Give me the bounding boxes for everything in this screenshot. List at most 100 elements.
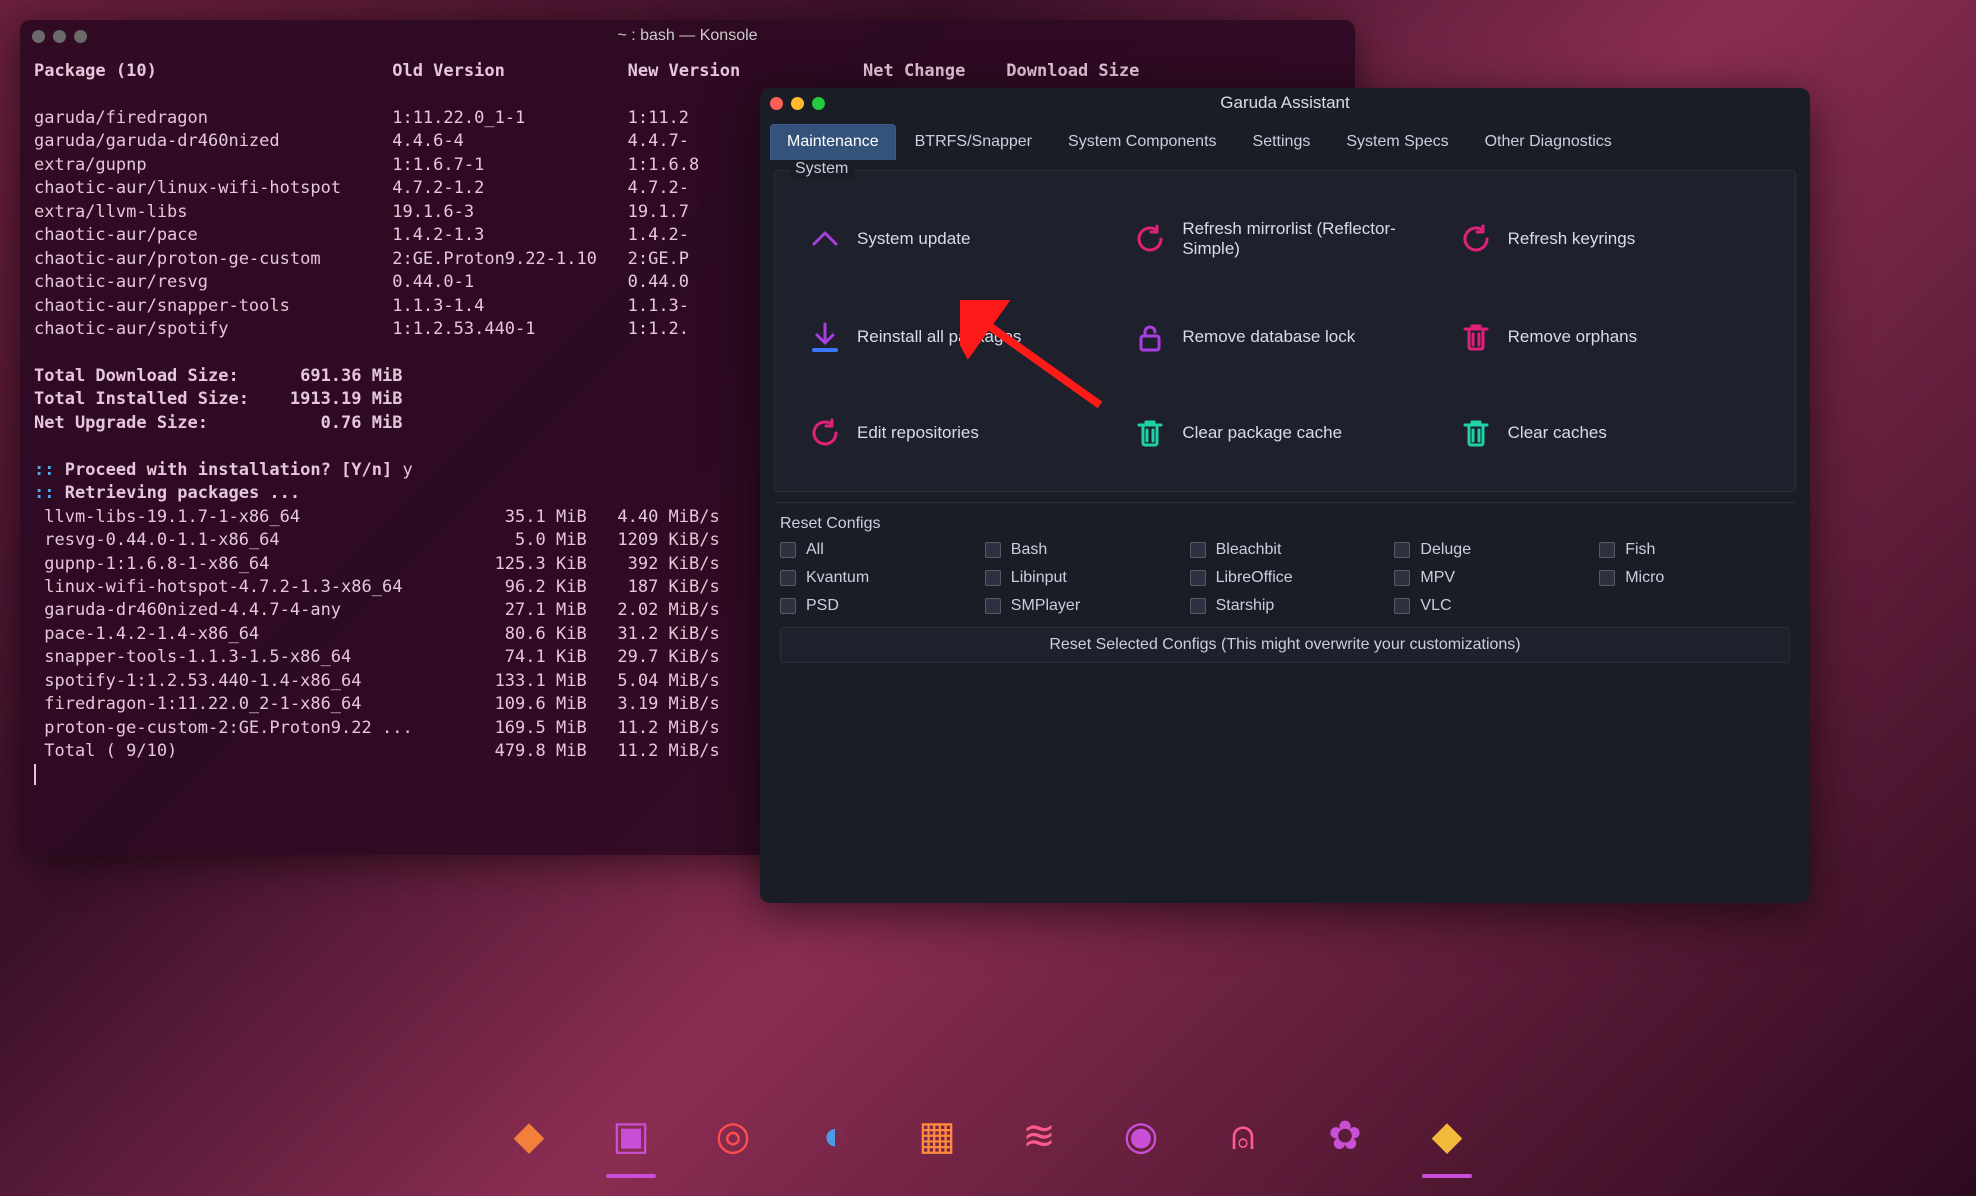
checkbox-icon	[985, 570, 1001, 586]
dock-active-indicator	[606, 1174, 656, 1178]
refresh-circle-icon	[1132, 221, 1168, 257]
tab-btrfs-snapper[interactable]: BTRFS/Snapper	[898, 124, 1049, 160]
checkbox-icon	[1599, 542, 1615, 558]
konsole-title: ~ : bash — Konsole	[20, 27, 1355, 45]
svg-text:◆: ◆	[514, 1114, 545, 1158]
reset-checkbox-all[interactable]: All	[780, 541, 971, 559]
reset-checkbox-psd[interactable]: PSD	[780, 597, 971, 615]
tab-maintenance[interactable]: Maintenance	[770, 124, 896, 160]
reset-checkbox-smplayer[interactable]: SMPlayer	[985, 597, 1176, 615]
checkbox-label: PSD	[806, 597, 839, 615]
tab-system-components[interactable]: System Components	[1051, 124, 1234, 160]
system-grid: System update Refresh mirrorlist (Reflect…	[789, 189, 1781, 461]
sys-item-label: Clear package cache	[1182, 423, 1342, 443]
tab-bar: MaintenanceBTRFS/SnapperSystem Component…	[760, 118, 1810, 160]
konsole-titlebar: ~ : bash — Konsole	[20, 20, 1355, 52]
reset-checkbox-starship[interactable]: Starship	[1190, 597, 1381, 615]
reset-selected-configs-button[interactable]: Reset Selected Configs (This might overw…	[780, 627, 1790, 663]
system-groupbox: System System updateRefresh mirrorlist (…	[774, 170, 1796, 492]
reset-checkbox-kvantum[interactable]: Kvantum	[780, 569, 971, 587]
tab-system-specs[interactable]: System Specs	[1329, 124, 1465, 160]
checkbox-icon	[1394, 570, 1410, 586]
sys-item-refresh-mirrorlist-reflector-simple-[interactable]: Refresh mirrorlist (Reflector-Simple)	[1132, 219, 1437, 259]
dock-active-indicator	[1422, 1174, 1472, 1178]
sys-item-system-update[interactable]: System update	[807, 219, 1112, 259]
dock: ◆ ▣ ◎ ◐ ▦ ≋ ◉ ⍝ ✿ ◆	[476, 1096, 1500, 1178]
checkbox-label: All	[806, 541, 824, 559]
file-manager-icon[interactable]: ▦	[904, 1104, 970, 1170]
swirl-icon[interactable]: ◉	[1108, 1104, 1174, 1170]
checkbox-label: MPV	[1420, 569, 1455, 587]
sys-item-remove-orphans[interactable]: Remove orphans	[1458, 319, 1763, 355]
checkbox-icon	[780, 542, 796, 558]
tab-other-diagnostics[interactable]: Other Diagnostics	[1468, 124, 1629, 160]
sys-item-clear-caches[interactable]: Clear caches	[1458, 415, 1763, 451]
assistant-title: Garuda Assistant	[760, 93, 1810, 113]
unlock-icon	[1132, 319, 1168, 355]
checkbox-label: SMPlayer	[1011, 597, 1080, 615]
svg-text:◉: ◉	[1124, 1114, 1159, 1158]
reset-checkbox-fish[interactable]: Fish	[1599, 541, 1790, 559]
reset-checkbox-libreoffice[interactable]: LibreOffice	[1190, 569, 1381, 587]
garuda-home-icon[interactable]: ◆	[496, 1104, 562, 1170]
reset-checkbox-grid: All Bash Bleachbit Deluge Fish Kvantum Libinpu…	[774, 541, 1796, 615]
reset-checkbox-bleachbit[interactable]: Bleachbit	[1190, 541, 1381, 559]
checkbox-label: Starship	[1216, 597, 1275, 615]
svg-text:⍝: ⍝	[1231, 1114, 1255, 1158]
assistant-icon[interactable]: ◆	[1414, 1104, 1480, 1170]
checkbox-label: Bleachbit	[1216, 541, 1282, 559]
sys-item-label: Refresh mirrorlist (Reflector-Simple)	[1182, 219, 1437, 259]
checkbox-label: Libinput	[1011, 569, 1067, 587]
checkbox-label: Micro	[1625, 569, 1664, 587]
vivaldi-icon[interactable]: ◎	[700, 1104, 766, 1170]
checkbox-icon	[780, 598, 796, 614]
checkbox-icon	[985, 598, 1001, 614]
trash-icon	[1458, 319, 1494, 355]
assistant-titlebar: Garuda Assistant	[760, 88, 1810, 118]
checkbox-icon	[1190, 598, 1206, 614]
gear-icon[interactable]: ✿	[1312, 1104, 1378, 1170]
trash-icon	[1132, 415, 1168, 451]
reset-checkbox-bash[interactable]: Bash	[985, 541, 1176, 559]
checkbox-icon	[1394, 598, 1410, 614]
checkbox-label: Deluge	[1420, 541, 1471, 559]
sys-item-label: Remove database lock	[1182, 327, 1355, 347]
checkbox-icon	[1394, 542, 1410, 558]
refresh-circle-icon	[1458, 221, 1494, 257]
reset-checkbox-micro[interactable]: Micro	[1599, 569, 1790, 587]
reset-checkbox-vlc[interactable]: VLC	[1394, 597, 1585, 615]
cloud-app-icon[interactable]: ◐	[802, 1104, 868, 1170]
sys-item-label: Reinstall all packages	[857, 327, 1021, 347]
sys-item-clear-package-cache[interactable]: Clear package cache	[1132, 415, 1437, 451]
download-icon	[807, 319, 843, 355]
trash-icon	[1458, 415, 1494, 451]
terminal-icon[interactable]: ▣	[598, 1104, 664, 1170]
checkbox-icon	[985, 542, 1001, 558]
svg-text:◆: ◆	[1432, 1114, 1463, 1158]
ghost-icon[interactable]: ⍝	[1210, 1104, 1276, 1170]
pulse-icon[interactable]: ≋	[1006, 1104, 1072, 1170]
sys-item-reinstall-all-packages[interactable]: Reinstall all packages	[807, 319, 1112, 355]
sys-item-label: Edit repositories	[857, 423, 979, 443]
sys-item-label: Refresh keyrings	[1508, 229, 1636, 249]
chevron-up-icon	[807, 221, 843, 257]
svg-text:▦: ▦	[918, 1114, 956, 1158]
sys-item-label: Clear caches	[1508, 423, 1607, 443]
sys-item-remove-database-lock[interactable]: Remove database lock	[1132, 319, 1437, 355]
reset-checkbox-deluge[interactable]: Deluge	[1394, 541, 1585, 559]
checkbox-label: LibreOffice	[1216, 569, 1293, 587]
svg-text:▣: ▣	[612, 1114, 650, 1158]
sys-item-edit-repositories[interactable]: Edit repositories	[807, 415, 1112, 451]
checkbox-icon	[1599, 570, 1615, 586]
checkbox-label: Bash	[1011, 541, 1047, 559]
checkbox-label: Fish	[1625, 541, 1655, 559]
svg-text:≋: ≋	[1022, 1114, 1056, 1158]
tab-settings[interactable]: Settings	[1236, 124, 1328, 160]
sys-item-refresh-keyrings[interactable]: Refresh keyrings	[1458, 219, 1763, 259]
system-group-label: System	[789, 160, 854, 178]
reset-checkbox-libinput[interactable]: Libinput	[985, 569, 1176, 587]
svg-text:✿: ✿	[1328, 1114, 1362, 1158]
sys-item-label: Remove orphans	[1508, 327, 1637, 347]
reset-checkbox-mpv[interactable]: MPV	[1394, 569, 1585, 587]
checkbox-icon	[1190, 570, 1206, 586]
